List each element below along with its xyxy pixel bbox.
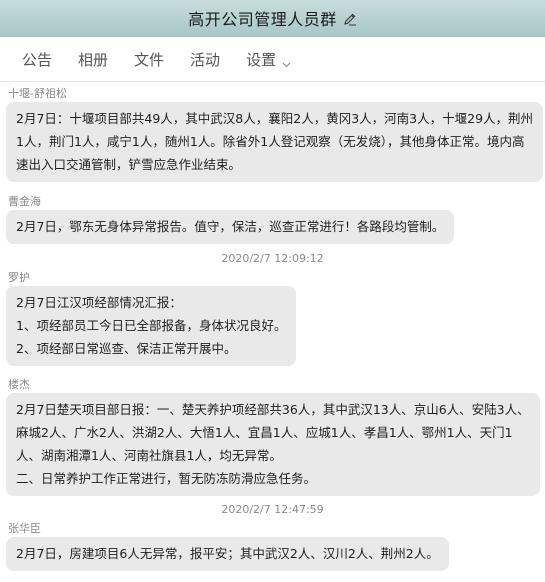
- message-line: 2、项经部日常巡查、保洁正常开展中。: [16, 341, 237, 356]
- tab-label: 活动: [190, 50, 221, 69]
- tab-album[interactable]: 相册: [78, 49, 108, 70]
- tab-files[interactable]: 文件: [134, 49, 164, 70]
- chat-message-list[interactable]: 十堰-舒祖松 2月7日：十堰项目部共49人，其中武汉8人，襄阳2人，黄冈3人，河…: [0, 82, 545, 582]
- message-bubble: 2月7日江汉项经部情况汇报： 1、项经部员工今日已全部报备，身体状况良好。 2、…: [6, 286, 297, 366]
- message-bubble: 2月7日：十堰项目部共49人，其中武汉8人，襄阳2人，黄冈3人，河南3人，十堰2…: [6, 102, 544, 182]
- tab-activities[interactable]: 活动: [190, 49, 220, 70]
- window-titlebar: 高开公司管理人员群: [0, 0, 545, 37]
- message-line: 1、项经部员工今日已全部报备，身体状况良好。: [16, 318, 287, 333]
- tab-label: 相册: [78, 50, 109, 69]
- sender-name: 张华臣: [8, 522, 41, 535]
- message-bubble: 2月7日，鄂东无身体异常报告。值守，保洁，巡查正常进行！各路段均管制。: [6, 210, 455, 244]
- message-bubble: 2月7日楚天项目部日报：一、楚天养护项经部共36人，其中武汉13人、京山6人、安…: [6, 393, 540, 496]
- message-line: 麻城2人、广水2人、洪湖2人、大悟1人、宜昌1人、应城1人、孝昌1人、鄂州1人、…: [16, 425, 513, 440]
- tab-announcements[interactable]: 公告: [22, 49, 52, 70]
- tab-settings[interactable]: 设置: [246, 49, 291, 70]
- message-line: 2月7日楚天项目部日报：一、楚天养护项经部共36人，其中武汉13人、京山6人、安…: [16, 402, 530, 417]
- sender-name: 罗护: [8, 271, 30, 284]
- tab-bar: 公告 相册 文件 活动 设置: [0, 37, 545, 82]
- message-line: 2月7日：十堰项目部共49人，其中武汉8人，襄阳2人，黄冈3人，河南3人，十堰2…: [16, 111, 534, 126]
- message-line: 速出入口交通管制，铲雪应急作业结束。: [16, 157, 242, 172]
- message-line: 二、日常养护工作正常进行，暂无防冻防滑应急任务。: [16, 471, 317, 486]
- tab-label: 文件: [134, 50, 165, 69]
- chevron-down-icon: [282, 55, 291, 67]
- message-line: 人、湖南湘潭1人、河南社旗县1人，均无异常。: [16, 448, 282, 463]
- message-line: 2月7日，鄂东无身体异常报告。值守，保洁，巡查正常进行！各路段均管制。: [16, 219, 445, 234]
- message-line: 1人，荆门1人，咸宁1人，随州1人。除省外1人登记观察（无发烧），其他身体正常。…: [16, 134, 525, 149]
- message-bubble: 2月7日，房建项目6人无异常，报平安；其中武汉2人、汉川2人、荆州2人。: [6, 537, 449, 571]
- sender-name: 楼杰: [8, 378, 30, 391]
- timestamp: 2020/2/7 12:09:12: [221, 252, 324, 265]
- sender-name: 曹金海: [8, 195, 41, 208]
- tab-label: 设置: [246, 50, 277, 69]
- timestamp: 2020/2/7 12:47:59: [221, 503, 324, 516]
- group-title: 高开公司管理人员群: [188, 10, 337, 29]
- message-line: 2月7日，房建项目6人无异常，报平安；其中武汉2人、汉川2人、荆州2人。: [16, 546, 439, 561]
- sender-name: 十堰-舒祖松: [8, 87, 67, 100]
- message-line: 2月7日江汉项经部情况汇报：: [16, 295, 182, 310]
- tab-label: 公告: [22, 50, 53, 69]
- pencil-icon[interactable]: [343, 11, 357, 26]
